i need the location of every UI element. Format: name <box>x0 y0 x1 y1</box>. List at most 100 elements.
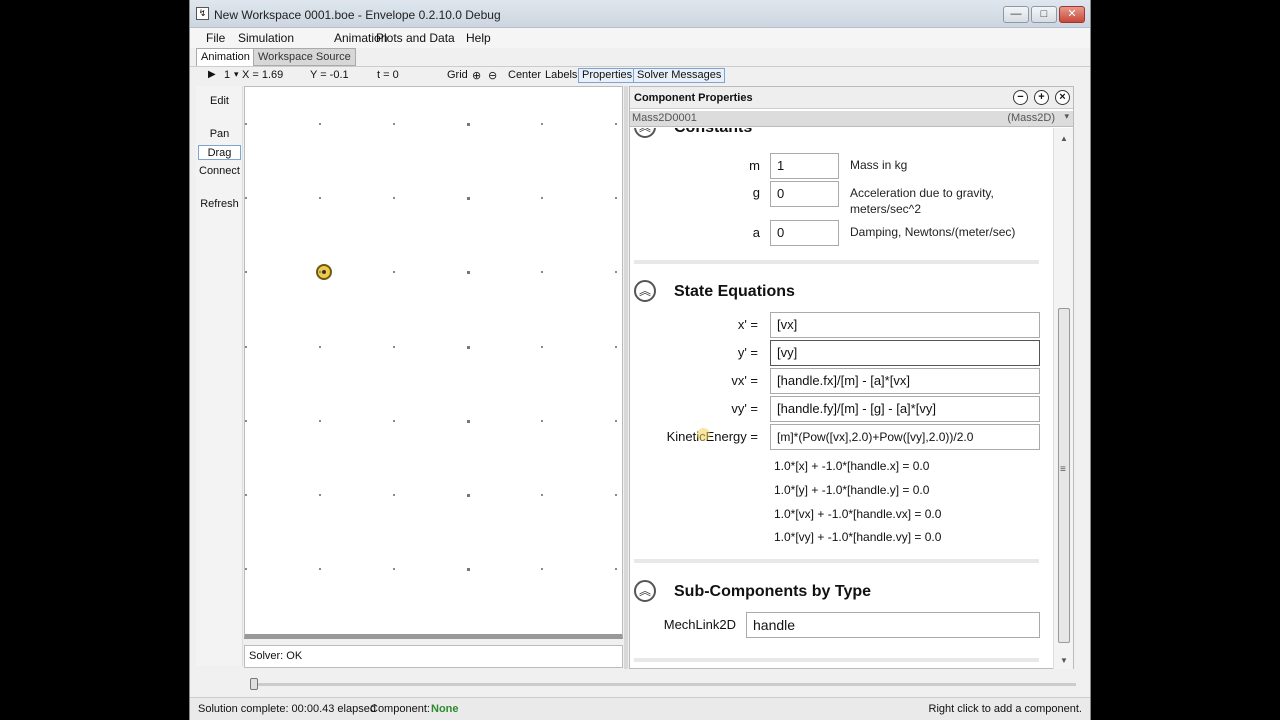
frame-number: 1 <box>224 69 231 81</box>
grid-dot <box>615 197 617 199</box>
equation-y-input[interactable]: [vy] <box>770 340 1040 366</box>
component-status-label: Component: <box>370 703 430 715</box>
collapse-all-icon[interactable]: − <box>1013 90 1028 105</box>
refresh-tool[interactable]: Refresh <box>198 197 241 212</box>
frame-dropdown-icon[interactable]: ▾ <box>234 69 239 80</box>
grid-dot <box>615 420 617 422</box>
grid-dot <box>393 494 395 496</box>
constant-g-input[interactable]: 0 <box>770 181 839 207</box>
grid-dot <box>541 197 543 199</box>
sub-components-title: Sub-Components by Type <box>674 583 872 600</box>
menu-plots-and-data[interactable]: Plots and Data <box>374 28 457 48</box>
timeline-track[interactable] <box>250 683 1076 686</box>
panel-splitter[interactable] <box>624 86 628 669</box>
grid-dot <box>541 568 543 570</box>
grid-dot <box>541 123 543 125</box>
section-separator <box>634 260 1039 264</box>
grid-dot <box>245 420 247 422</box>
grid-dot <box>467 420 470 423</box>
animation-canvas[interactable] <box>244 86 623 639</box>
equation-kinetic-energy-label: KineticEnergy = <box>666 429 758 444</box>
scroll-down-icon[interactable]: ▼ <box>1060 656 1068 665</box>
expand-all-icon[interactable]: + <box>1034 90 1049 105</box>
solver-messages-button[interactable]: Solver Messages <box>633 68 726 83</box>
properties-button[interactable]: Properties <box>578 68 637 83</box>
close-button[interactable]: ✕ <box>1059 6 1085 23</box>
tab-strip: Animation Workspace Source <box>190 48 1090 66</box>
constants-title: Constants <box>674 128 752 137</box>
minimize-button[interactable]: — <box>1003 6 1029 23</box>
labels-button[interactable]: Labels <box>541 68 581 83</box>
grid-dot <box>467 346 470 349</box>
grid-dot <box>615 271 617 273</box>
edit-tool[interactable]: Edit <box>198 94 241 109</box>
window-title: New Workspace 0001.boe - Envelope 0.2.10… <box>214 8 501 22</box>
grid-dot <box>541 494 543 496</box>
equation-vx-input[interactable]: [handle.fx]/[m] - [a]*[vx] <box>770 368 1040 394</box>
constraint-vx: 1.0*[vx] + -1.0*[handle.vx] = 0.0 <box>774 507 942 521</box>
grid-dot <box>393 568 395 570</box>
grid-dot <box>393 420 395 422</box>
grid-dot <box>319 494 321 496</box>
component-selector[interactable]: Mass2D0001 (Mass2D) ▾ <box>630 111 1073 127</box>
drag-tool[interactable]: Drag <box>198 145 241 160</box>
grid-dot <box>393 197 395 199</box>
grid-dot <box>245 271 247 273</box>
grid-dot <box>541 346 543 348</box>
grid-button[interactable]: Grid <box>443 68 472 83</box>
maximize-button[interactable]: □ <box>1031 6 1057 23</box>
equation-x-input[interactable]: [vx] <box>770 312 1040 338</box>
component-type: (Mass2D) <box>1007 112 1055 124</box>
equation-kinetic-energy-input[interactable]: [m]*(Pow([vx],2.0)+Pow([vy],2.0))/2.0 <box>770 424 1040 450</box>
equation-vy-label: vy' = <box>731 401 758 416</box>
equation-y-label: y' = <box>737 345 758 360</box>
grid-dot <box>615 123 617 125</box>
grid-dot <box>319 197 321 199</box>
properties-header: Component Properties − + × <box>630 87 1073 109</box>
constant-m-input[interactable]: 1 <box>770 153 839 179</box>
grid-dot <box>467 494 470 497</box>
app-icon: ↯ <box>196 7 209 20</box>
constant-g-desc: Acceleration due to gravity, meters/sec^… <box>850 186 994 216</box>
equation-vy-input[interactable]: [handle.fy]/[m] - [g] - [a]*[vy] <box>770 396 1040 422</box>
pan-tool[interactable]: Pan <box>198 127 241 142</box>
collapse-state-equations-icon[interactable]: ︽ <box>634 280 656 302</box>
constant-a-desc: Damping, Newtons/(meter/sec) <box>850 225 1016 239</box>
subcomponent-handle-input[interactable]: handle <box>746 612 1040 638</box>
close-panel-icon[interactable]: × <box>1055 90 1070 105</box>
properties-body: ︽ Constants m 1 Mass in kg g 0 Accelerat… <box>630 128 1053 669</box>
dropdown-chevron-icon[interactable]: ▾ <box>1064 111 1069 122</box>
menu-simulation[interactable]: Simulation <box>236 28 296 48</box>
menu-help[interactable]: Help <box>464 28 493 48</box>
grid-dot <box>467 568 470 571</box>
zoom-out-icon[interactable]: ⊖ <box>488 69 497 82</box>
properties-scrollbar[interactable]: ▲ ▼ <box>1053 128 1073 669</box>
zoom-in-icon[interactable]: ⊕ <box>472 69 481 82</box>
animation-control-bar: ▶ 1 ▾ X = 1.69 Y = -0.1 t = 0 Grid ⊕ ⊖ C… <box>190 66 1090 84</box>
grid-dot <box>467 197 470 200</box>
center-button[interactable]: Center <box>504 68 545 83</box>
section-separator <box>634 658 1039 662</box>
cursor-y-readout: Y = -0.1 <box>310 69 349 81</box>
constant-a-input[interactable]: 0 <box>770 220 839 246</box>
timeline-thumb[interactable] <box>250 678 258 690</box>
grid-dot <box>319 123 321 125</box>
menu-file[interactable]: File <box>204 28 227 48</box>
grid-dot <box>245 568 247 570</box>
connect-tool[interactable]: Connect <box>198 164 241 179</box>
mouse-cursor-highlight <box>697 428 710 441</box>
tab-animation[interactable]: Animation <box>196 48 255 66</box>
grid-dot <box>541 420 543 422</box>
grid-dot <box>245 494 247 496</box>
scrollbar-thumb[interactable] <box>1058 308 1070 643</box>
section-separator <box>634 559 1039 563</box>
grid-dot <box>615 346 617 348</box>
time-readout: t = 0 <box>377 69 399 81</box>
grid-dot <box>319 346 321 348</box>
play-icon[interactable]: ▶ <box>208 69 216 80</box>
collapse-sub-components-icon[interactable]: ︽ <box>634 580 656 602</box>
properties-title: Component Properties <box>634 92 753 104</box>
tab-workspace-source[interactable]: Workspace Source <box>253 48 356 66</box>
scroll-up-icon[interactable]: ▲ <box>1060 134 1068 143</box>
collapse-constants-icon[interactable]: ︽ <box>634 128 656 138</box>
